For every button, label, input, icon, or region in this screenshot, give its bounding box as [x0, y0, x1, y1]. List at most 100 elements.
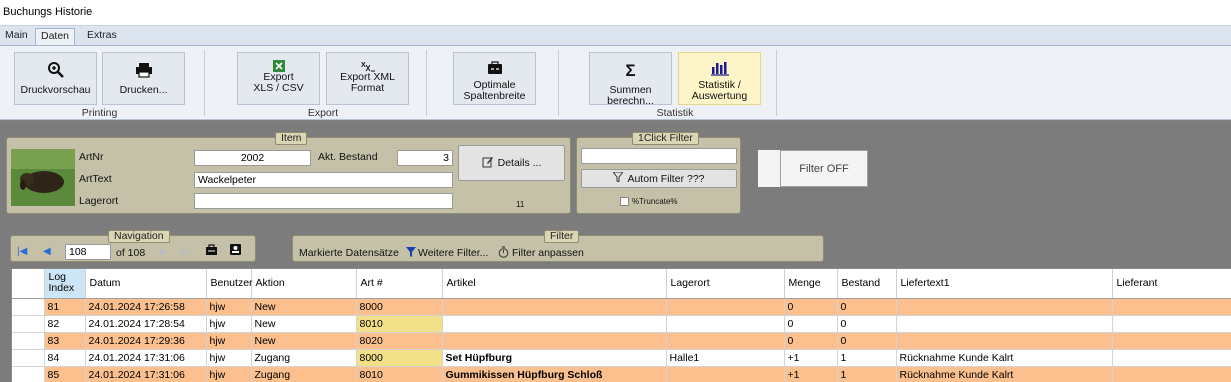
column-header-bestand[interactable]: Bestand — [837, 269, 897, 299]
export-xml-button[interactable]: X Export XML Format — [326, 52, 409, 105]
cell-lieferant[interactable] — [1112, 298, 1231, 316]
cell-lieferant[interactable] — [1112, 315, 1231, 333]
cell-aktion[interactable]: New — [251, 332, 357, 350]
cell-aktion[interactable]: Zugang — [251, 349, 357, 367]
column-header-lagerort[interactable]: Lagerort — [666, 269, 785, 299]
cell-lagerort[interactable] — [666, 332, 785, 350]
tab-daten[interactable]: Daten — [35, 28, 76, 45]
column-header-art[interactable]: Art # — [356, 269, 443, 299]
cell-lieferant[interactable] — [1112, 366, 1231, 382]
autom-filter-button[interactable]: Autom Filter ??? — [581, 169, 737, 188]
cell-lagerort[interactable] — [666, 298, 785, 316]
cell-user[interactable]: hjw — [206, 298, 252, 316]
cell-liefertext[interactable]: Rücknahme Kunde Kalrt — [896, 366, 1113, 382]
cell-log[interactable]: 82 — [44, 315, 86, 333]
details-button[interactable]: Details ... — [458, 145, 565, 181]
row-header[interactable] — [12, 315, 45, 333]
cell-lagerort[interactable] — [666, 315, 785, 333]
contact-card-icon[interactable] — [229, 243, 242, 259]
cell-user[interactable]: hjw — [206, 332, 252, 350]
table-row[interactable]: 82 24.01.2024 17:28:54 hjw New 8010 0 0 — [12, 315, 1231, 333]
cell-art[interactable]: 8020 — [356, 332, 443, 350]
cell-datum[interactable]: 24.01.2024 17:26:58 — [85, 298, 207, 316]
cell-menge[interactable]: 0 — [784, 315, 838, 333]
row-header[interactable] — [12, 366, 45, 382]
cell-art[interactable]: 8000 — [356, 349, 443, 367]
cell-liefertext[interactable]: Rücknahme Kunde Kalrt — [896, 349, 1113, 367]
cell-bestand[interactable]: 0 — [837, 315, 897, 333]
cell-log[interactable]: 81 — [44, 298, 86, 316]
bestand-field[interactable]: 3 — [397, 150, 453, 166]
lagerort-field[interactable] — [194, 193, 453, 209]
tab-main[interactable]: Main — [0, 28, 33, 45]
optimal-width-button[interactable]: Optimale Spaltenbreite — [453, 52, 536, 105]
cell-bestand[interactable]: 0 — [837, 332, 897, 350]
cell-aktion[interactable]: New — [251, 315, 357, 333]
cell-datum[interactable]: 24.01.2024 17:31:06 — [85, 349, 207, 367]
toolbox-icon[interactable] — [205, 244, 218, 259]
cell-artikel[interactable] — [442, 332, 667, 350]
last-record-icon[interactable]: ▶| — [181, 246, 191, 257]
cell-user[interactable]: hjw — [206, 366, 252, 382]
cell-aktion[interactable]: Zugang — [251, 366, 357, 382]
cell-datum[interactable]: 24.01.2024 17:29:36 — [85, 332, 207, 350]
cell-art[interactable]: 8010 — [356, 315, 443, 333]
print-preview-button[interactable]: Druckvorschau — [14, 52, 97, 105]
cell-liefertext[interactable] — [896, 332, 1113, 350]
row-header[interactable] — [12, 298, 45, 316]
cell-art[interactable]: 8000 — [356, 298, 443, 316]
table-row[interactable]: 84 24.01.2024 17:31:06 hjw Zugang 8000 S… — [12, 349, 1231, 367]
cell-bestand[interactable]: 1 — [837, 366, 897, 382]
table-row[interactable]: 83 24.01.2024 17:29:36 hjw New 8020 0 0 — [12, 332, 1231, 350]
column-header-liefertext1[interactable]: Liefertext1 — [896, 269, 1113, 299]
cell-log[interactable]: 84 — [44, 349, 86, 367]
arttext-field[interactable]: Wackelpeter — [194, 172, 453, 188]
row-header[interactable] — [12, 349, 45, 367]
oneclick-input[interactable] — [581, 148, 737, 164]
cell-log[interactable]: 83 — [44, 332, 86, 350]
column-header-aktion[interactable]: Aktion — [251, 269, 357, 299]
column-header-log-index[interactable]: Log Index — [44, 269, 86, 299]
cell-bestand[interactable]: 0 — [837, 298, 897, 316]
cell-menge[interactable]: +1 — [784, 349, 838, 367]
row-header[interactable] — [12, 332, 45, 350]
cell-menge[interactable]: 0 — [784, 332, 838, 350]
column-header-lieferant[interactable]: Lieferant — [1112, 269, 1231, 299]
cell-user[interactable]: hjw — [206, 349, 252, 367]
first-record-icon[interactable]: |◀ — [17, 246, 27, 257]
cell-lieferant[interactable] — [1112, 349, 1231, 367]
previous-record-icon[interactable]: ◀ — [43, 246, 51, 257]
cell-artikel[interactable]: Gummikissen Hüpfburg Schloß — [442, 366, 667, 382]
print-button[interactable]: Drucken... — [102, 52, 185, 105]
cell-liefertext[interactable] — [896, 315, 1113, 333]
sums-button[interactable]: Σ Summen berechn... — [589, 52, 672, 107]
truncate-checkbox[interactable] — [620, 197, 629, 206]
marked-records-button[interactable]: Markierte Datensätze — [299, 247, 399, 259]
more-filters-button[interactable]: Weitere Filter... — [418, 247, 488, 259]
cell-aktion[interactable]: New — [251, 298, 357, 316]
cell-menge[interactable]: +1 — [784, 366, 838, 382]
cell-bestand[interactable]: 1 — [837, 349, 897, 367]
cell-lieferant[interactable] — [1112, 332, 1231, 350]
cell-artikel[interactable] — [442, 298, 667, 316]
column-header-menge[interactable]: Menge — [784, 269, 838, 299]
statistics-button[interactable]: Statistik / Auswertung — [678, 52, 761, 105]
adjust-filter-button[interactable]: Filter anpassen — [512, 247, 584, 259]
cell-lagerort[interactable] — [666, 366, 785, 382]
cell-datum[interactable]: 24.01.2024 17:28:54 — [85, 315, 207, 333]
column-header-artikel[interactable]: Artikel — [442, 269, 667, 299]
record-number-input[interactable]: 108 — [65, 244, 111, 260]
cell-liefertext[interactable] — [896, 298, 1113, 316]
column-header-benutzer[interactable]: Benutzer — [206, 269, 253, 299]
cell-menge[interactable]: 0 — [784, 298, 838, 316]
tab-extras[interactable]: Extras — [82, 28, 122, 45]
column-header-datum[interactable]: Datum — [85, 269, 207, 299]
filter-off-button[interactable]: Filter OFF — [780, 150, 868, 187]
next-record-icon[interactable]: ▶ — [160, 246, 168, 257]
cell-art[interactable]: 8010 — [356, 366, 443, 382]
cell-user[interactable]: hjw — [206, 315, 252, 333]
export-xls-button[interactable]: Export XLS / CSV — [237, 52, 320, 105]
artnr-field[interactable]: 2002 — [194, 150, 311, 166]
cell-log[interactable]: 85 — [44, 366, 86, 382]
cell-lagerort[interactable]: Halle1 — [666, 349, 785, 367]
